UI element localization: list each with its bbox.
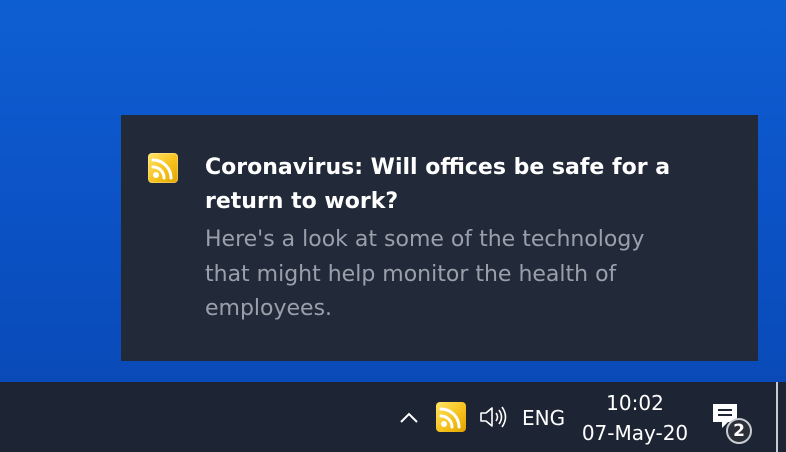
taskbar: ENG 10:02 07-May-20 2 (0, 382, 786, 452)
clock-time: 10:02 (606, 391, 664, 415)
clock-date: 07-May-20 (581, 421, 689, 445)
language-indicator[interactable]: ENG (522, 404, 565, 432)
speaker-icon[interactable] (478, 404, 510, 430)
rss-feed-icon[interactable] (436, 402, 466, 432)
action-center-button[interactable]: 2 (708, 400, 758, 446)
rss-feed-icon (148, 153, 178, 183)
notification-title: Coronavirus: Will offices be safe for a … (205, 155, 671, 214)
clock[interactable]: 10:02 07-May-20 (578, 388, 692, 448)
notification-count-badge: 2 (726, 418, 752, 444)
notification-toast[interactable]: Coronavirus: Will offices be safe for a … (121, 115, 758, 361)
chevron-up-icon[interactable] (397, 406, 421, 430)
notification-body: Here's a look at some of the technology … (205, 227, 645, 321)
show-desktop-button[interactable] (776, 382, 778, 452)
